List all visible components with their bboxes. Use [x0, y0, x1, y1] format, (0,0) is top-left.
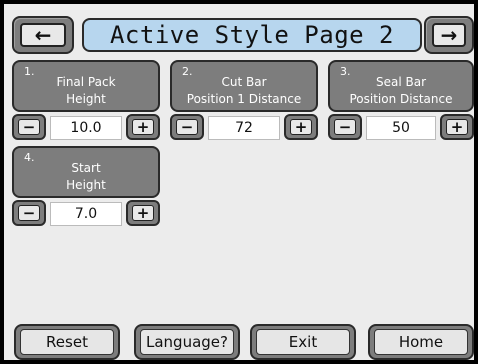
- page-title: Active Style Page 2: [82, 18, 422, 52]
- home-label: Home: [374, 329, 468, 355]
- param-value: 50: [366, 116, 436, 140]
- increment-button[interactable]: +: [440, 114, 474, 140]
- home-button[interactable]: Home: [368, 324, 474, 360]
- param-label: Start Height: [66, 161, 106, 192]
- param-value: 72: [208, 116, 280, 140]
- increment-button[interactable]: +: [126, 114, 160, 140]
- increment-button[interactable]: +: [126, 200, 160, 226]
- param-value: 7.0: [50, 202, 122, 226]
- language-label: Language?: [140, 329, 234, 355]
- decrement-button[interactable]: −: [12, 114, 46, 140]
- minus-icon: −: [176, 118, 198, 136]
- exit-label: Exit: [256, 329, 350, 355]
- language-button[interactable]: Language?: [134, 324, 240, 360]
- param-start-height-button[interactable]: 4. Start Height: [12, 146, 160, 198]
- plus-icon: +: [132, 204, 154, 222]
- param-seal-bar-position-button[interactable]: 3. Seal Bar Position Distance: [328, 60, 474, 112]
- reset-button[interactable]: Reset: [14, 324, 120, 360]
- param-final-pack-height-button[interactable]: 1. Final Pack Height: [12, 60, 160, 112]
- decrement-button[interactable]: −: [12, 200, 46, 226]
- param-label: Cut Bar Position 1 Distance: [186, 75, 302, 106]
- plus-icon: +: [290, 118, 312, 136]
- hmi-screen: ← Active Style Page 2 → 1. Final Pack He…: [4, 4, 474, 360]
- exit-button[interactable]: Exit: [250, 324, 356, 360]
- prev-page-button[interactable]: ←: [12, 16, 74, 54]
- param-seal-bar-position-stepper: − 50 +: [328, 114, 474, 142]
- minus-icon: −: [18, 118, 40, 136]
- param-final-pack-height-stepper: − 10.0 +: [12, 114, 160, 142]
- plus-icon: +: [132, 118, 154, 136]
- decrement-button[interactable]: −: [170, 114, 204, 140]
- minus-icon: −: [18, 204, 40, 222]
- param-start-height-stepper: − 7.0 +: [12, 200, 160, 228]
- next-page-button[interactable]: →: [424, 16, 474, 54]
- param-cut-bar-position-stepper: − 72 +: [170, 114, 318, 142]
- decrement-button[interactable]: −: [328, 114, 362, 140]
- reset-label: Reset: [20, 329, 114, 355]
- param-value: 10.0: [50, 116, 122, 140]
- arrow-right-icon: →: [432, 23, 466, 47]
- param-cut-bar-position-button[interactable]: 2. Cut Bar Position 1 Distance: [170, 60, 318, 112]
- param-label: Seal Bar Position Distance: [349, 75, 453, 106]
- arrow-left-icon: ←: [20, 23, 66, 47]
- minus-icon: −: [334, 118, 356, 136]
- increment-button[interactable]: +: [284, 114, 318, 140]
- param-label: Final Pack Height: [56, 75, 116, 106]
- plus-icon: +: [446, 118, 468, 136]
